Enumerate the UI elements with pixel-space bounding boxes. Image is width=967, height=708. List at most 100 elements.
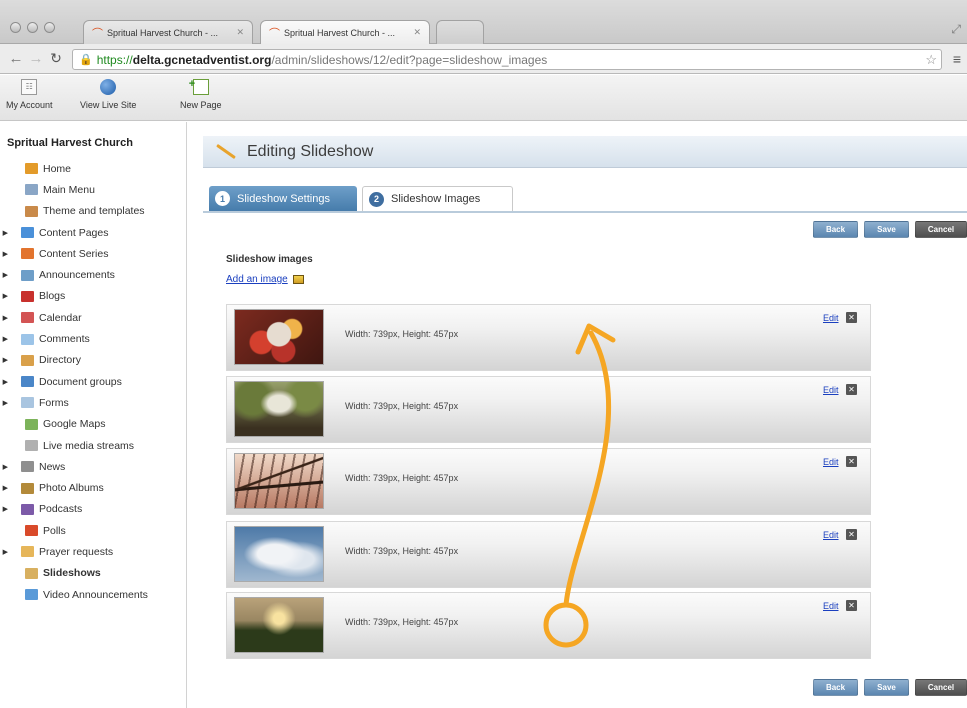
menu-item-icon [21,333,34,345]
tab-slideshow-settings[interactable]: 1 Slideshow Settings [209,186,357,211]
image-thumbnail[interactable] [234,381,324,437]
sidebar-item[interactable]: ▶ News [0,456,187,477]
sidebar-item[interactable]: ▶ Forms [0,392,187,413]
tab-label: Slideshow Settings [237,192,330,205]
toolbar-label: My Account [6,100,53,110]
sidebar-item[interactable]: ▶ Directory [0,350,187,371]
sidebar-item-label: Main Menu [43,183,95,196]
close-tab-icon[interactable]: ✕ [413,27,421,38]
new-page-button[interactable]: New Page [180,78,222,110]
forward-arrow-icon[interactable]: → [26,50,46,67]
site-name[interactable]: Spritual Harvest Church [7,137,133,149]
expand-arrow-icon[interactable]: ▶ [0,378,12,386]
sidebar-item[interactable]: ▶ Content Pages [0,222,187,243]
slideshow-image-row[interactable]: Width: 739px, Height: 457px Edit ✕ [226,376,871,443]
browser-menu-icon[interactable]: ≡ [953,51,961,67]
url-field[interactable]: 🔒 https:// delta.gcnetadventist.org /adm… [72,49,942,70]
sidebar-menu: Home Main Menu Theme and templates ▶ Content… [0,158,187,605]
expand-arrow-icon[interactable]: ▶ [0,399,12,407]
image-thumbnail[interactable] [234,453,324,509]
sidebar-item-label: Video Announcements [43,588,148,601]
delete-icon[interactable]: ✕ [846,384,857,395]
expand-arrow-icon[interactable]: ▶ [0,505,12,513]
image-icon[interactable] [292,275,304,284]
sidebar-item[interactable]: ▶ Document groups [0,371,187,392]
view-live-site-button[interactable]: View Live Site [80,79,136,110]
expand-arrow-icon[interactable]: ▶ [0,271,12,279]
sidebar-item[interactable]: ▶ Blogs [0,286,187,307]
delete-icon[interactable]: ✕ [846,600,857,611]
delete-icon[interactable]: ✕ [846,529,857,540]
slideshow-image-row[interactable]: Width: 739px, Height: 457px Edit ✕ [226,448,871,515]
browser-tab-2[interactable]: ⌒ Spritual Harvest Church - ... ✕ [260,20,430,44]
sidebar-item[interactable]: Main Menu [0,179,187,200]
url-host: delta.gcnetadventist.org [132,52,272,67]
expand-arrow-icon[interactable]: ▶ [0,314,12,322]
slideshow-image-row[interactable]: Width: 739px, Height: 457px Edit ✕ [226,592,871,659]
sidebar-item[interactable]: Google Maps [0,414,187,435]
delete-icon[interactable]: ✕ [846,456,857,467]
sidebar-item[interactable]: ▶ Podcasts [0,499,187,520]
sidebar-item-label: Document groups [39,375,122,388]
sidebar-item[interactable]: ▶ Calendar [0,307,187,328]
expand-arrow-icon[interactable]: ▶ [0,463,12,471]
zoom-window-button[interactable] [44,22,55,33]
sidebar-item[interactable]: ▶ Content Series [0,243,187,264]
window-controls[interactable] [10,22,55,33]
expand-arrow-icon[interactable]: ▶ [0,356,12,364]
cms-toolbar: ☷ My Account View Live Site New Page [0,75,967,121]
edit-image-link[interactable]: Edit [823,313,839,323]
expand-arrow-icon[interactable]: ▶ [0,335,12,343]
sidebar-item-label: Podcasts [39,503,83,516]
add-image-link[interactable]: Add an image [226,274,288,285]
browser-tab-1[interactable]: ⌒ Spritual Harvest Church - ... ✕ [83,20,253,44]
my-account-button[interactable]: ☷ My Account [6,79,53,110]
sidebar-item[interactable]: Video Announcements [0,584,187,605]
cancel-button[interactable]: Cancel [915,221,967,238]
slideshow-image-row[interactable]: Width: 739px, Height: 457px Edit ✕ [226,521,871,588]
close-tab-icon[interactable]: ✕ [236,27,244,38]
sidebar-item[interactable]: ▶ Comments [0,328,187,349]
cancel-button[interactable]: Cancel [915,679,967,696]
sidebar-item[interactable]: Home [0,158,187,179]
menu-item-icon [21,482,34,494]
edit-image-link[interactable]: Edit [823,385,839,395]
new-tab-button[interactable] [436,20,484,44]
tab-slideshow-images[interactable]: 2 Slideshow Images [362,186,513,211]
sidebar-item[interactable]: ▶ Prayer requests [0,541,187,562]
browser-tab-label: Spritual Harvest Church - ... [284,27,396,38]
sidebar-item[interactable]: Slideshows [0,563,187,584]
edit-image-link[interactable]: Edit [823,530,839,540]
sidebar-item[interactable]: ▶ Photo Albums [0,477,187,498]
image-thumbnail[interactable] [234,597,324,653]
save-button[interactable]: Save [864,221,909,238]
fullscreen-icon[interactable]: ⤢ [951,22,961,37]
sidebar-item[interactable]: Polls [0,520,187,541]
reload-icon[interactable]: ↻ [46,50,66,67]
sidebar-item-label: Live media streams [43,439,135,452]
slideshow-image-row[interactable]: Width: 739px, Height: 457px Edit ✕ [226,304,871,371]
browser-tab-label: Spritual Harvest Church - ... [107,27,219,38]
image-thumbnail[interactable] [234,309,324,365]
site-favicon-icon: ⌒ [269,27,280,40]
edit-image-link[interactable]: Edit [823,601,839,611]
image-thumbnail[interactable] [234,526,324,582]
expand-arrow-icon[interactable]: ▶ [0,229,12,237]
minimize-window-button[interactable] [27,22,38,33]
expand-arrow-icon[interactable]: ▶ [0,250,12,258]
back-arrow-icon[interactable]: ← [6,50,26,67]
site-favicon-icon: ⌒ [92,27,103,40]
expand-arrow-icon[interactable]: ▶ [0,548,12,556]
sidebar-item[interactable]: Theme and templates [0,201,187,222]
expand-arrow-icon[interactable]: ▶ [0,484,12,492]
bookmark-star-icon[interactable]: ☆ [925,52,937,68]
save-button[interactable]: Save [864,679,909,696]
expand-arrow-icon[interactable]: ▶ [0,292,12,300]
delete-icon[interactable]: ✕ [846,312,857,323]
back-button[interactable]: Back [813,221,858,238]
close-window-button[interactable] [10,22,21,33]
back-button[interactable]: Back [813,679,858,696]
sidebar-item[interactable]: ▶ Announcements [0,264,187,285]
edit-image-link[interactable]: Edit [823,457,839,467]
sidebar-item[interactable]: Live media streams [0,435,187,456]
